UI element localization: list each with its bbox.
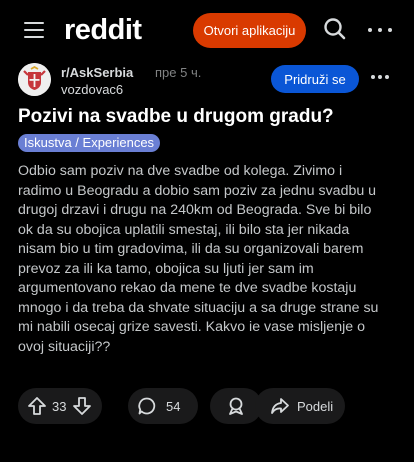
subreddit-avatar[interactable]	[18, 63, 51, 96]
more-options-icon[interactable]	[371, 75, 389, 81]
top-bar: reddit Otvori aplikaciju	[0, 0, 414, 58]
body-line: mi nabili osecaj grize savesti. Kakvo ie…	[18, 319, 365, 335]
body-line: radimo u Beogradu a dobio sam poziv za j…	[18, 182, 377, 199]
join-button[interactable]: Pridruži se	[271, 65, 359, 93]
award-icon	[225, 395, 247, 417]
body-line: ok da su obojica uplatili smestaj, ili b…	[18, 221, 350, 238]
share-button[interactable]: Podeli	[255, 388, 345, 424]
subreddit-name[interactable]: r/AskSerbia	[61, 65, 133, 80]
body-line: prevoz za ili ka tamo, obojica su ljuti …	[18, 260, 314, 277]
post-title: Pozivi na svadbe u drugom gradu?	[18, 106, 334, 127]
more-options-icon[interactable]	[368, 18, 392, 42]
vote-pill: 33	[18, 388, 102, 424]
body-line: argumentovano rekao da mene te dve svadb…	[18, 280, 357, 296]
share-label: Podeli	[297, 398, 334, 414]
share-icon	[269, 395, 291, 417]
post-flair[interactable]: Iskustva / Experiences	[18, 134, 161, 152]
body-line: Odbio sam poziv na dve svadbe od kolega.…	[18, 163, 343, 179]
post-meta: r/AskSerbia пре 5 ч. vozdovac6 Pridruži …	[18, 63, 398, 97]
comments-button[interactable]: 54	[128, 388, 198, 424]
post-body: Odbio sam poziv na dve svadbe od kolega.…	[18, 162, 402, 357]
body-line: mnogo i da treba da shvate situaciju a s…	[18, 299, 379, 316]
post-author[interactable]: vozdovac6	[61, 82, 123, 97]
reddit-logo[interactable]: reddit	[64, 14, 142, 47]
upvote-icon[interactable]	[26, 395, 48, 417]
body-line: ovoj situaciji??	[18, 338, 111, 355]
open-app-button[interactable]: Otvori aplikaciju	[193, 13, 306, 48]
post-age: пре 5 ч.	[155, 65, 202, 80]
body-line: drugoj drzavi i drugu na 240km od Beogra…	[18, 202, 372, 218]
vote-count: 33	[52, 398, 67, 414]
hamburger-menu-icon[interactable]	[24, 22, 44, 38]
comment-count: 54	[166, 398, 181, 414]
comment-icon	[136, 395, 158, 417]
body-line: nisam bio u tim gradovima, ili da su org…	[18, 241, 364, 257]
downvote-icon[interactable]	[71, 395, 93, 417]
search-icon[interactable]	[322, 16, 348, 42]
